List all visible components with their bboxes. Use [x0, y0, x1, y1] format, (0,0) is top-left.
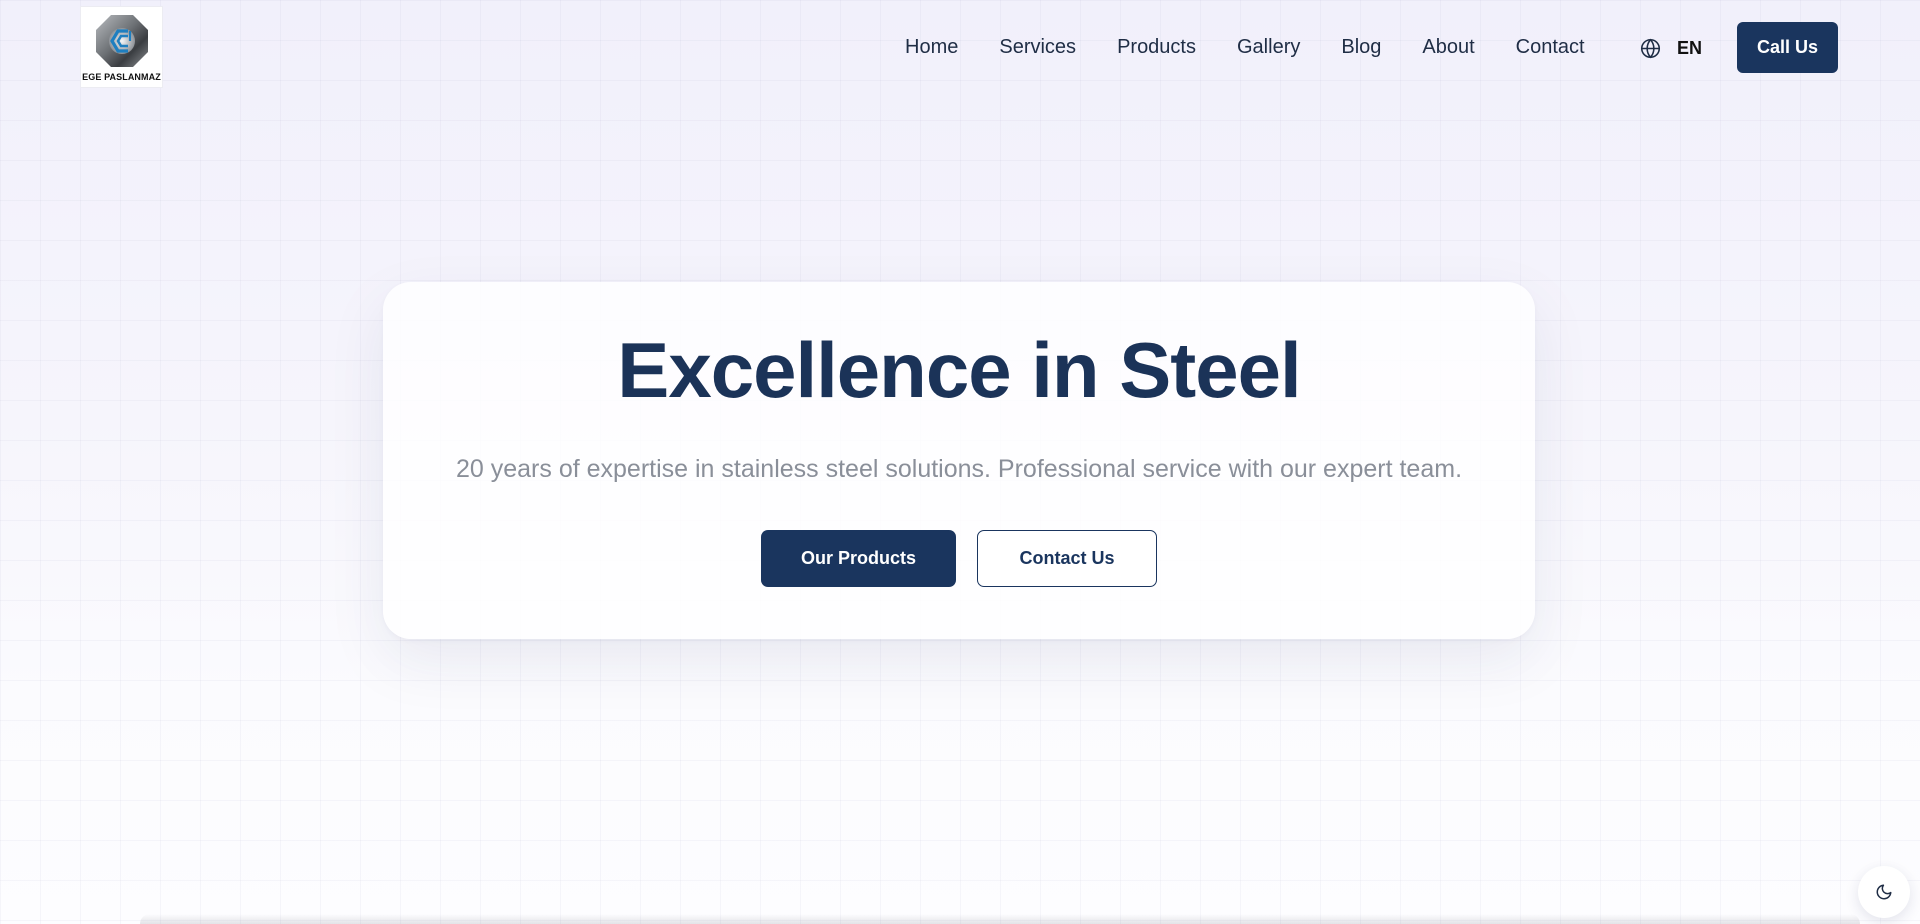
globe-icon [1640, 38, 1661, 58]
nav-about[interactable]: About [1422, 36, 1474, 59]
site-logo[interactable]: EGE PASLANMAZ [80, 6, 163, 88]
our-products-button[interactable]: Our Products [761, 530, 956, 587]
hero-subtitle: 20 years of expertise in stainless steel… [455, 455, 1463, 483]
hero-card: Excellence in Steel 20 years of expertis… [383, 282, 1535, 639]
language-code: EN [1677, 37, 1703, 58]
nav-home[interactable]: Home [905, 36, 958, 59]
call-us-button[interactable]: Call Us [1737, 22, 1838, 73]
hero-actions: Our Products Contact Us [383, 530, 1535, 587]
nav-products[interactable]: Products [1117, 36, 1196, 59]
nav-blog[interactable]: Blog [1341, 36, 1381, 59]
language-switcher[interactable]: EN [1640, 34, 1702, 62]
nav-contact[interactable]: Contact [1516, 36, 1585, 59]
logo-text: EGE PASLANMAZ [82, 72, 161, 82]
logo-emblem-icon [95, 15, 148, 67]
main-nav: Home Services Products Gallery Blog Abou… [905, 0, 1585, 95]
nav-services[interactable]: Services [999, 36, 1076, 59]
theme-toggle-button[interactable] [1858, 866, 1910, 918]
next-section-edge [140, 914, 1860, 924]
hero-title: Excellence in Steel [617, 326, 1301, 414]
nav-gallery[interactable]: Gallery [1237, 36, 1300, 59]
contact-us-button[interactable]: Contact Us [977, 530, 1157, 587]
site-header: EGE PASLANMAZ Home Services Products Gal… [0, 0, 1920, 95]
moon-icon [1876, 884, 1892, 900]
